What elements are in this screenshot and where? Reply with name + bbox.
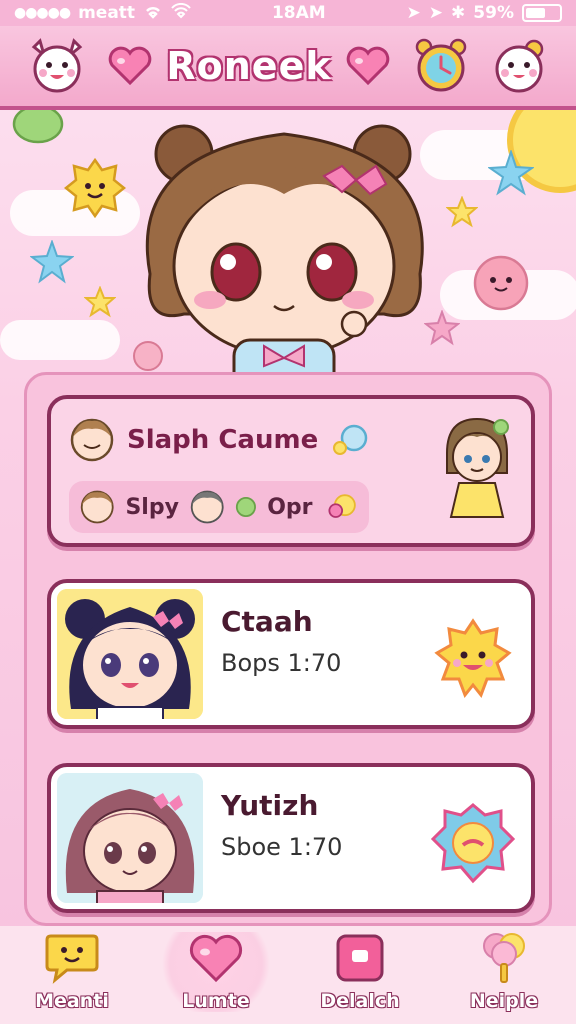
heart-icon [189,934,243,983]
nav-label: Neiple [469,990,539,1012]
featured-sub-row: Slpy Opr [69,481,369,533]
wifi-icon [171,2,191,24]
wifi-icon [143,3,163,24]
location-icon: ➤ [428,3,444,23]
card-name: Yutizh [221,789,319,822]
clock-time: 18AM [271,3,326,23]
heart-icon [108,46,152,86]
mascot-face-icon[interactable] [488,35,550,97]
nav-item-neiple[interactable]: Neiple [444,928,564,1012]
clock-icon[interactable] [410,35,472,97]
featured-card[interactable]: Slaph Caume Slpy Opr [47,395,535,547]
nav-label: Lumte [182,990,250,1012]
list-card[interactable]: Ctaah Bops 1:70 [47,579,535,729]
status-bar: ●●●●● meatt 18AM ➤ ➤ ✱ 59% [0,0,576,26]
bluetooth-icon: ✱ [451,3,466,23]
gift-box-icon [336,934,384,982]
battery-icon [522,4,562,22]
star-icon [488,150,534,196]
list-card[interactable]: Yutizh Sboe 1:70 [47,763,535,913]
nav-item-delalch[interactable]: Delalch [300,932,420,1012]
smiley-blob-icon [12,110,64,144]
cotton-candy-icon [483,933,525,983]
star-icon [84,286,116,318]
star-icon [30,240,74,284]
chat-bubble-icon [333,424,368,455]
app-header: Roneek [0,26,576,110]
nav-label: Meanti [35,990,109,1012]
nav-item-lumte[interactable]: Lumte [156,932,276,1012]
nav-label: Delalch [320,990,400,1012]
avatar [70,418,114,462]
gem-badge-icon [431,803,515,884]
hero-illustration [0,110,576,380]
avatar [190,490,224,524]
smiley-blob-icon [63,157,127,218]
character-illustration [145,124,424,380]
character-thumbnail [57,773,203,903]
featured-sub-label-2: Opr [267,494,313,520]
bottom-nav: Meanti Lumte Delalch Neiple [0,926,576,1024]
featured-sub-label: Slpy [125,494,179,520]
card-name: Ctaah [221,605,313,638]
featured-title: Slaph Caume [127,425,319,455]
signal-dots-icon: ●●●●● [14,5,71,21]
mascot-face-icon[interactable] [26,35,88,97]
nav-item-meanti[interactable]: Meanti [12,930,132,1012]
card-meta: Bops 1:70 [221,649,342,677]
app-title: Roneek [166,44,332,88]
content-panel: Slaph Caume Slpy Opr Ctaah Bops 1:70 Yut… [24,372,552,926]
chat-bubble-icon [45,934,99,984]
smiley-blob-icon [473,255,529,311]
candy-icon [327,494,356,518]
battery-percent: 59% [473,3,514,23]
sun-smiley-icon [434,618,512,698]
character-thumbnail [57,589,203,719]
heart-icon [346,46,390,86]
card-meta: Sboe 1:70 [221,833,343,861]
avatar [80,490,114,524]
star-icon [446,196,478,228]
character-avatar [446,417,509,518]
clover-icon [236,496,257,518]
carrier-label: meatt [78,3,136,23]
location-icon: ➤ [406,3,421,23]
